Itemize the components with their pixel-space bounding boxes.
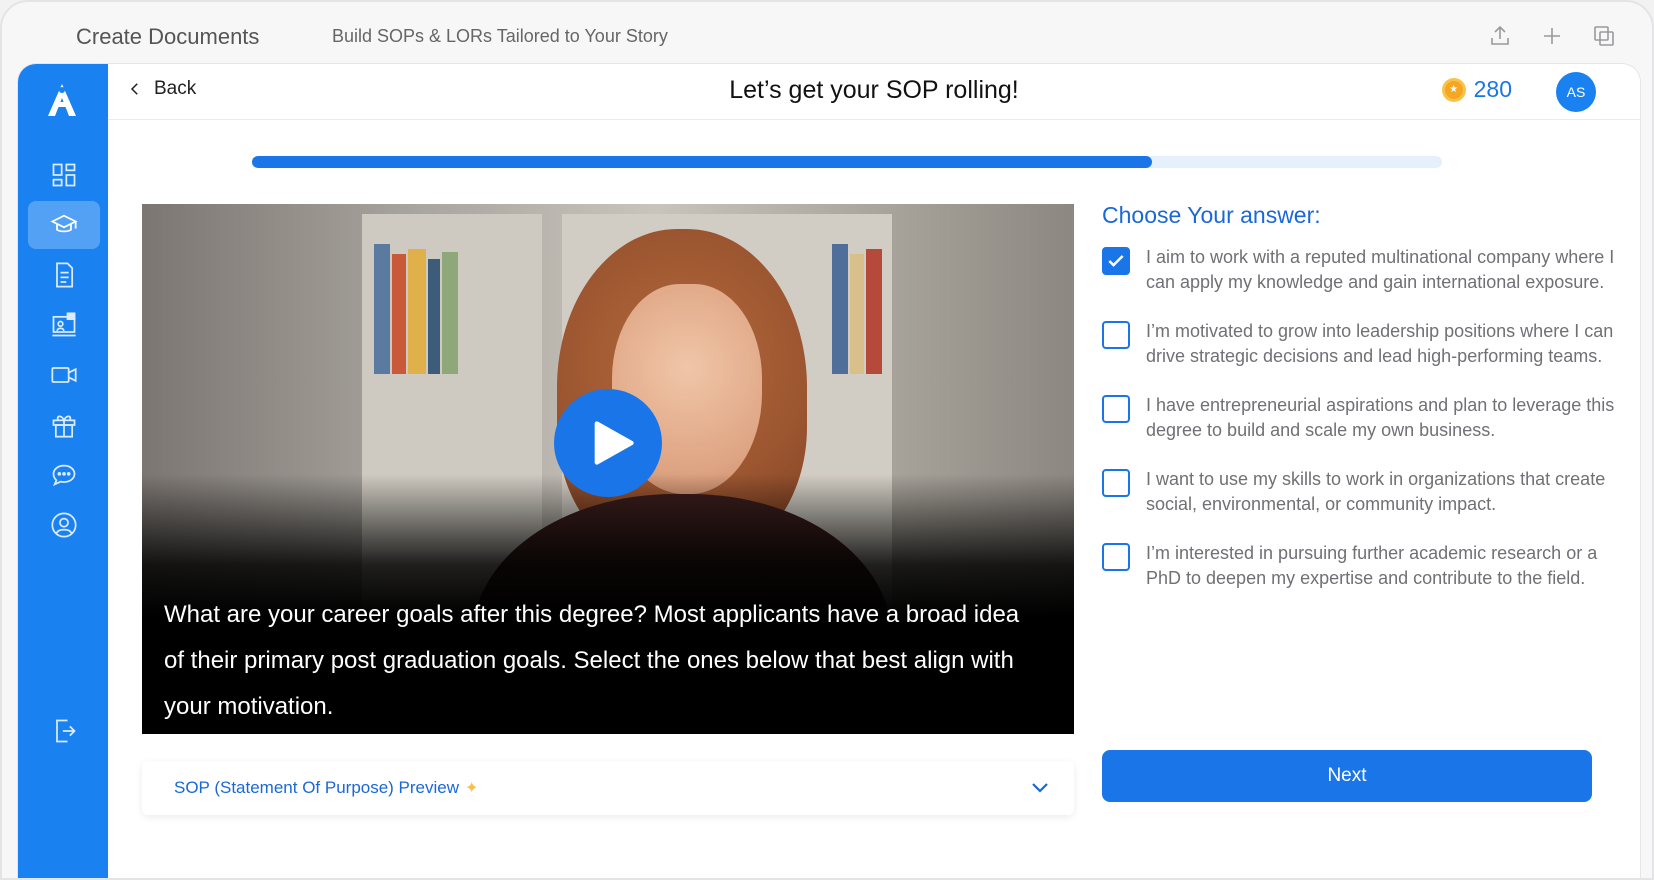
user-profile-icon[interactable] [28,501,100,549]
avatar[interactable]: AS [1556,72,1596,112]
gift-icon[interactable] [28,401,100,449]
share-icon[interactable] [1488,24,1512,48]
title-bar: Create Documents Build SOPs & LORs Tailo… [2,2,1652,68]
brand-logo[interactable] [42,80,82,120]
play-icon [594,421,634,465]
sparkle-icon: ✦ [465,780,479,797]
header: Back Let’s get your SOP rolling! ★ 280 A… [108,64,1640,120]
next-button[interactable]: Next [1102,750,1592,802]
answer-panel: Choose Your answer: I aim to work with a… [1102,202,1622,615]
checkmark-icon [1108,255,1124,267]
plus-icon[interactable] [1540,24,1564,48]
video-camera-icon[interactable] [28,351,100,399]
chat-icon[interactable] [28,451,100,499]
book [850,254,864,374]
book [832,244,848,374]
app-panel: Back Let’s get your SOP rolling! ★ 280 A… [18,64,1640,878]
answer-text: I want to use my skills to work in organ… [1146,469,1606,514]
answer-checkbox[interactable] [1102,395,1130,423]
answer-checkbox[interactable] [1102,469,1130,497]
book [374,244,390,374]
presentation-icon[interactable] [28,301,100,349]
book [442,252,458,374]
window-subtitle: Build SOPs & LORs Tailored to Your Story [332,26,668,46]
sop-preview-label: SOP (Statement Of Purpose) Preview [174,778,460,797]
graduation-cap-icon[interactable] [28,201,100,249]
video-caption: What are your career goals after this de… [164,601,1020,720]
logout-icon[interactable] [28,707,100,755]
answer-option[interactable]: I’m motivated to grow into leadership po… [1102,319,1622,369]
video-player[interactable]: What are your career goals after this de… [142,204,1074,734]
chevron-down-icon [1032,783,1048,793]
answer-option[interactable]: I want to use my skills to work in organ… [1102,467,1622,517]
answer-checkbox[interactable] [1102,247,1130,275]
answer-option[interactable]: I’m interested in pursuing further acade… [1102,541,1622,591]
coin-count: 280 [1473,76,1512,102]
answer-text: I aim to work with a reputed multination… [1146,247,1615,292]
answer-option[interactable]: I have entrepreneurial aspirations and p… [1102,393,1622,443]
answer-heading: Choose Your answer: [1102,202,1321,228]
book [408,249,426,374]
coin-balance[interactable]: ★ 280 [1441,76,1512,103]
document-icon[interactable] [28,251,100,299]
app-window: Create Documents Build SOPs & LORs Tailo… [0,0,1654,880]
book [866,249,882,374]
answer-text: I’m interested in pursuing further acade… [1146,543,1598,588]
progress-bar [252,156,1442,168]
answer-text: I have entrepreneurial aspirations and p… [1146,395,1615,440]
play-button[interactable] [554,389,662,497]
window-title: Create Documents [76,24,260,49]
answer-option[interactable]: I aim to work with a reputed multination… [1102,245,1622,295]
progress-fill [252,156,1152,168]
answer-text: I’m motivated to grow into leadership po… [1146,321,1614,366]
answer-checkbox[interactable] [1102,543,1130,571]
book [428,259,440,374]
duplicate-icon[interactable] [1592,24,1616,48]
page-title: Let’s get your SOP rolling! [729,76,1019,104]
dashboard-icon[interactable] [28,151,100,199]
coin-icon: ★ [1441,77,1466,102]
sop-preview-toggle[interactable]: SOP (Statement Of Purpose) Preview ✦ [142,761,1074,815]
answer-checkbox[interactable] [1102,321,1130,349]
sidebar [18,64,108,878]
book [392,254,406,374]
